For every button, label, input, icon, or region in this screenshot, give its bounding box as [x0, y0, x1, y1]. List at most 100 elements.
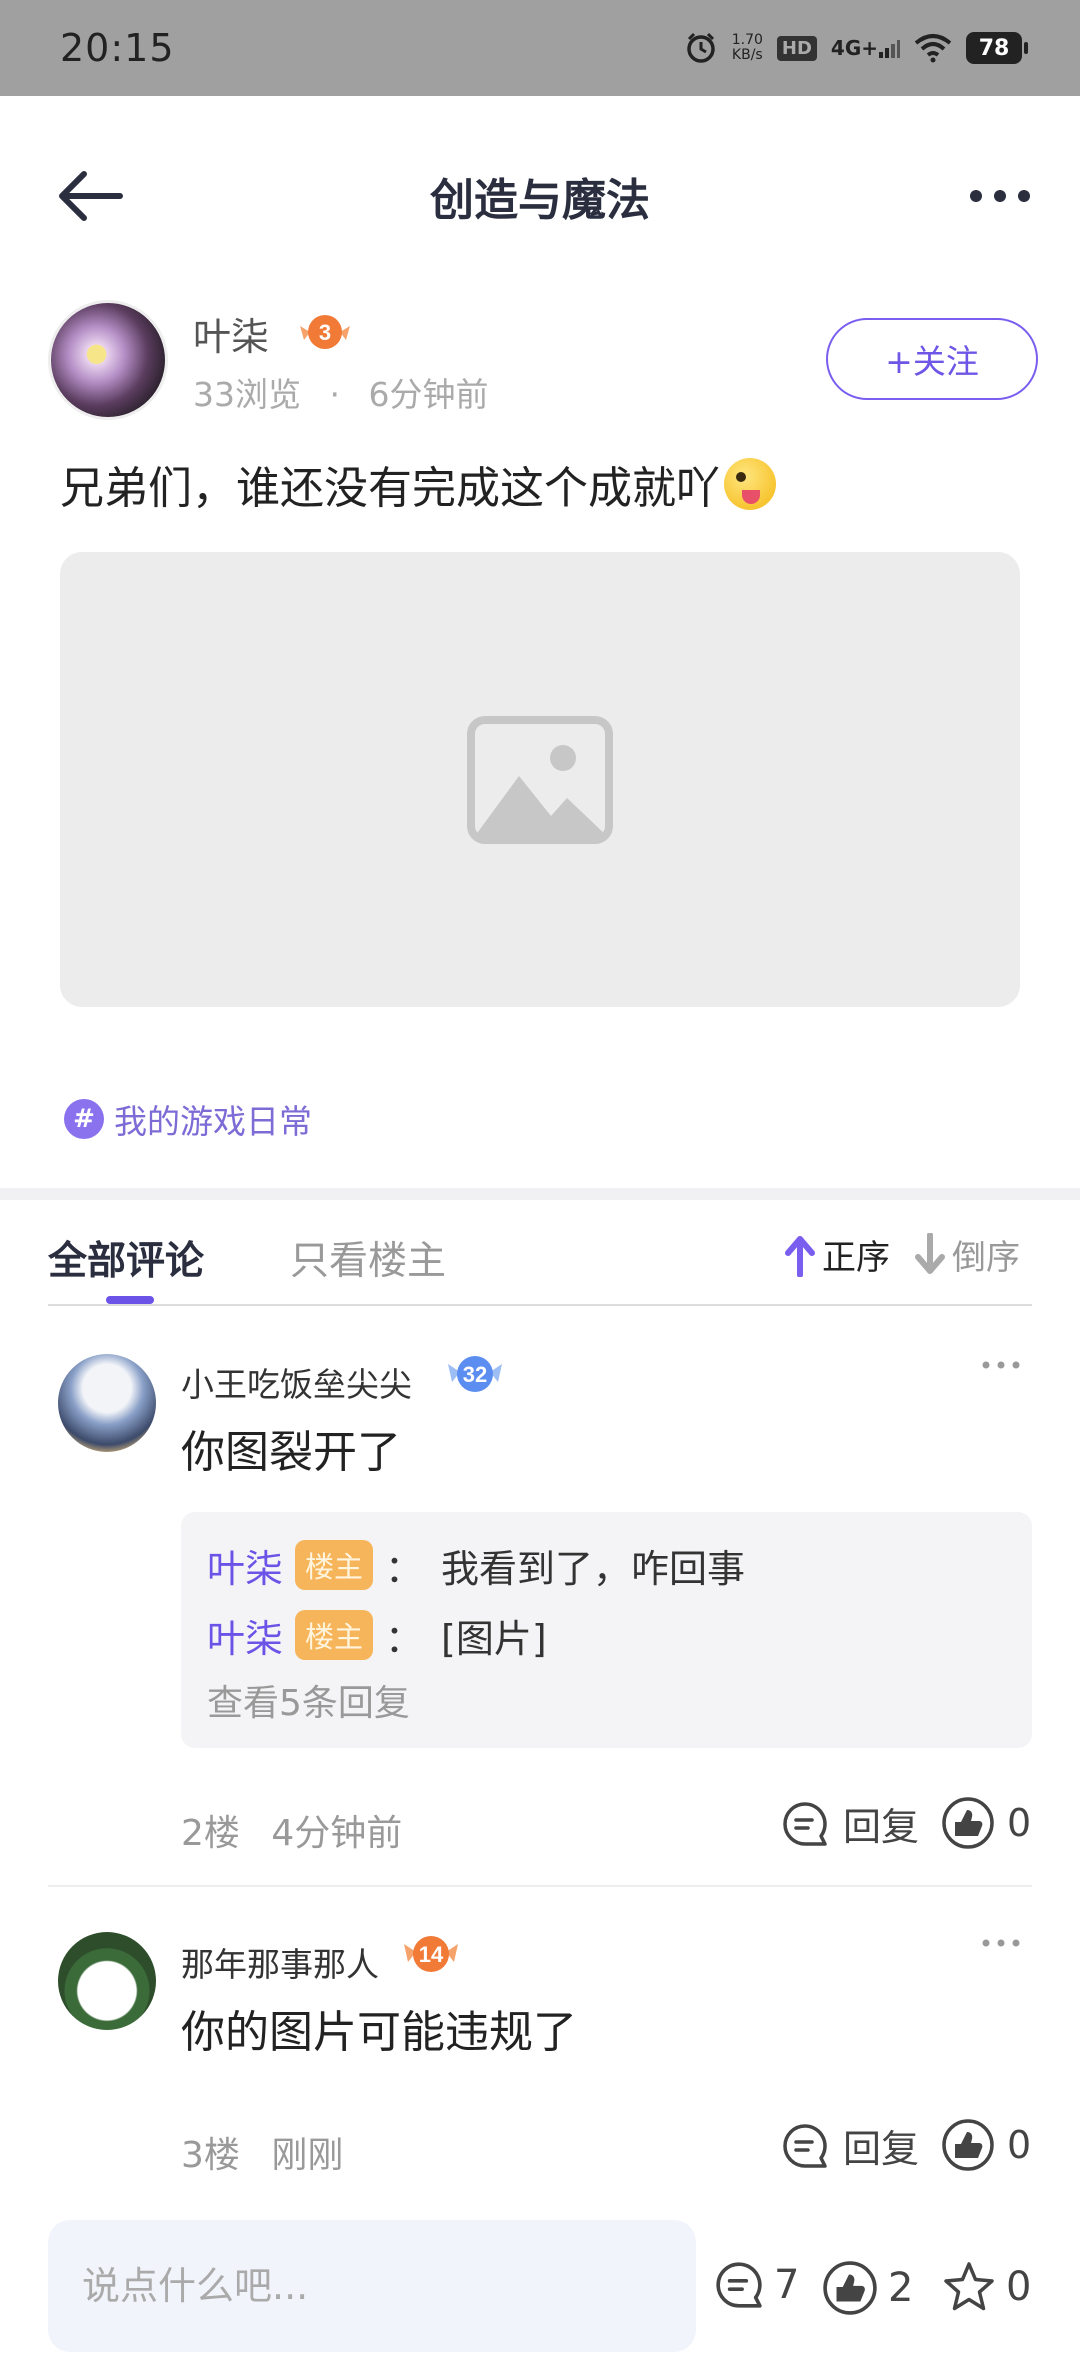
more-button[interactable]: [960, 166, 1040, 226]
post-time: 6分钟前: [368, 375, 489, 414]
comment-input[interactable]: [48, 2220, 696, 2352]
topic-tag[interactable]: # 我的游戏日常: [64, 1095, 312, 1143]
post-image[interactable]: [60, 552, 1020, 1007]
view-more-replies[interactable]: 查看5条回复: [207, 1670, 1006, 1730]
star-icon: [944, 2262, 994, 2311]
commenter-name[interactable]: 小王吃饭垒尖尖: [181, 1358, 412, 1406]
comment-time: 4分钟前: [271, 1813, 403, 1854]
commenter-avatar[interactable]: [58, 1354, 156, 1452]
like-icon: [942, 2119, 994, 2171]
reply-button[interactable]: 回复: [781, 1796, 919, 1851]
floor-number: 3楼: [181, 2135, 240, 2176]
reply-label: 回复: [843, 1805, 920, 1849]
commenter-avatar[interactable]: [58, 1932, 156, 2030]
comment-divider: [48, 1885, 1032, 1887]
comment-bubble-icon: [783, 1801, 827, 1846]
status-icons: 1.70 KB/s HD 4G+ 78: [684, 31, 1028, 65]
reply-item: 叶柒 楼主 ： [图片]: [207, 1600, 1006, 1670]
network-speed: 1.70 KB/s: [732, 33, 763, 63]
network-type: 4G+: [830, 36, 878, 60]
reply-content: 我看到了，咋回事: [441, 1546, 746, 1591]
post-text: 兄弟们，谁还没有完成这个成就吖: [60, 463, 720, 514]
signal-icon: 4G+: [831, 36, 900, 60]
comment-tabs: 全部评论 只看楼主 正序 倒序: [48, 1230, 1032, 1306]
reply-button[interactable]: 回复: [781, 2118, 919, 2173]
likes-count: 2: [888, 2265, 914, 2311]
tongue-wink-emoji-icon: [724, 458, 776, 510]
owner-tag: 楼主: [295, 1610, 374, 1660]
arrow-down-icon: [915, 1232, 945, 1274]
comment-text: 你图裂开了: [181, 1427, 401, 1478]
comment-item: 那年那事那人 14 你的图片可能违规了 3楼 刚刚 回复 0: [48, 1928, 1032, 2188]
meta-separator: ·: [329, 375, 341, 414]
favorite-button[interactable]: 0: [942, 2260, 1031, 2314]
topic-label: 我的游戏日常: [114, 1102, 312, 1141]
tab-all-comments[interactable]: 全部评论: [48, 1230, 204, 1286]
comment-bubble-icon: [716, 2262, 762, 2308]
sort-asc-label: 正序: [822, 1238, 890, 1278]
like-icon: [942, 1797, 994, 1849]
favorites-count: 0: [1006, 2264, 1032, 2310]
like-count: 0: [1007, 2123, 1032, 2167]
view-count: 33浏览: [193, 375, 301, 414]
arrow-left-icon: [59, 171, 123, 221]
tab-owner-only[interactable]: 只看楼主: [290, 1230, 446, 1286]
section-divider: [0, 1188, 1080, 1200]
more-dots-icon: [982, 1361, 1020, 1369]
follow-button[interactable]: +关注: [826, 318, 1038, 400]
author-avatar[interactable]: [48, 300, 168, 420]
author-name[interactable]: 叶柒: [193, 306, 269, 361]
reply-colon: ：: [385, 1546, 424, 1591]
commenter-level: 14: [419, 1942, 444, 1967]
comments-count: 7: [774, 2262, 800, 2308]
post-content: 兄弟们，谁还没有完成这个成就吖: [60, 452, 776, 516]
comment-footer: 2楼 4分钟前 回复 0: [181, 1796, 1032, 1856]
more-dots-icon: [970, 190, 1030, 202]
more-dots-icon: [982, 1939, 1020, 1947]
post-like-button[interactable]: 2: [822, 2260, 913, 2316]
page-title: 创造与魔法: [430, 175, 650, 226]
reply-label: 回复: [843, 2127, 920, 2171]
reply-content: [图片]: [441, 1616, 547, 1661]
status-time: 20:15: [60, 26, 175, 70]
back-button[interactable]: [50, 156, 130, 236]
reply-item: 叶柒 楼主 ： 我看到了，咋回事: [207, 1530, 1006, 1600]
commenter-name[interactable]: 那年那事那人: [181, 1938, 379, 1986]
like-button[interactable]: 0: [941, 1796, 1031, 1850]
post-meta: 33浏览 · 6分钟前: [193, 368, 489, 416]
comment-bubble-icon: [783, 2123, 827, 2168]
comment-text: 你的图片可能违规了: [181, 2007, 577, 2058]
level-badge: 14: [402, 1930, 460, 1978]
sort-desc-button[interactable]: 倒序: [914, 1230, 1020, 1279]
like-icon: [823, 2261, 877, 2315]
floor-number: 2楼: [181, 1813, 240, 1854]
comment-time: 刚刚: [271, 2135, 344, 2176]
image-placeholder-icon: [467, 715, 613, 844]
hash-icon: #: [64, 1099, 104, 1139]
speed-unit: KB/s: [731, 47, 763, 63]
like-button[interactable]: 0: [941, 2118, 1031, 2172]
sort-asc-button[interactable]: 正序: [784, 1230, 890, 1279]
wifi-icon: [914, 33, 952, 63]
arrow-up-icon: [785, 1235, 815, 1277]
reply-author[interactable]: 叶柒: [207, 1538, 283, 1593]
comment-more-button[interactable]: [976, 1350, 1026, 1380]
bottom-bar: 7 2 0: [0, 2210, 1080, 2376]
author-level: 3: [319, 320, 331, 345]
owner-tag: 楼主: [295, 1540, 374, 1590]
hd-icon: HD: [776, 35, 817, 61]
reply-author[interactable]: 叶柒: [207, 1608, 283, 1663]
comment-floor-time: 2楼 4分钟前: [181, 1804, 402, 1856]
like-count: 0: [1007, 1801, 1032, 1845]
battery-icon: 78: [966, 32, 1028, 64]
reply-colon: ：: [385, 1616, 424, 1661]
comment-floor-time: 3楼 刚刚: [181, 2126, 343, 2178]
commenter-level: 32: [463, 1362, 487, 1387]
active-tab-indicator: [106, 1296, 154, 1304]
status-bar: 20:15 1.70 KB/s HD 4G+ 78: [0, 0, 1080, 96]
reply-box[interactable]: 叶柒 楼主 ： 我看到了，咋回事 叶柒 楼主 ： [图片] 查看5条回复: [181, 1512, 1032, 1748]
comments-count-button[interactable]: 7: [714, 2260, 799, 2310]
level-badge: 3: [296, 310, 354, 354]
title-bar: 创造与魔法: [0, 96, 1080, 296]
comment-more-button[interactable]: [976, 1928, 1026, 1958]
